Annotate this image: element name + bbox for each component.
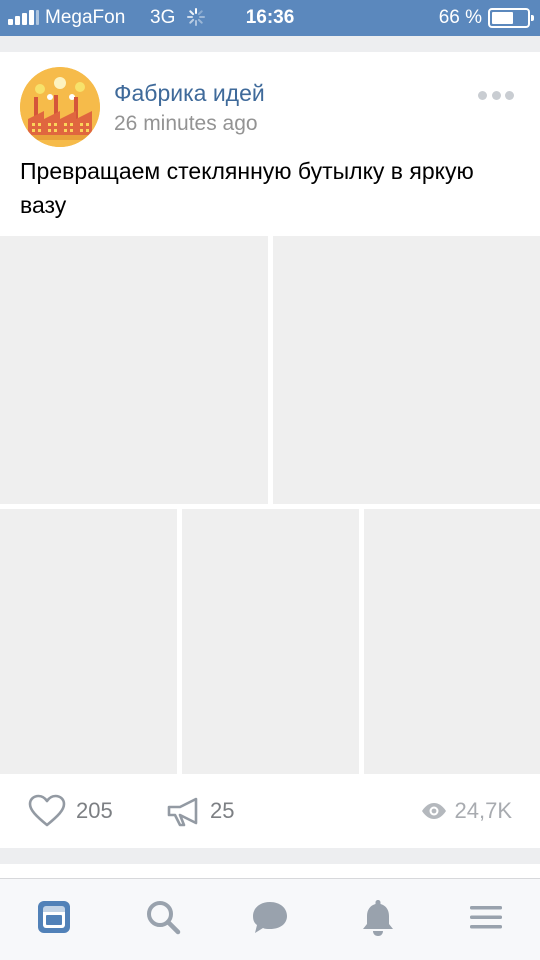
- tab-messages[interactable]: [250, 897, 290, 937]
- tab-news[interactable]: [34, 897, 74, 937]
- tab-search[interactable]: [143, 897, 183, 937]
- post-text: Превращаем стеклянную бутылку в яркую ва…: [20, 158, 474, 218]
- post-actions-bar: 205 25 24,7K: [0, 774, 540, 844]
- tab-notifications[interactable]: [358, 897, 398, 937]
- avatar[interactable]: [20, 67, 100, 147]
- post-author-link[interactable]: Фабрика идей: [114, 80, 265, 107]
- tab-bar: [0, 878, 540, 960]
- status-bar: MegaFon 3G 16:36 66 %: [0, 0, 540, 36]
- heart-icon: [28, 794, 66, 827]
- battery-icon: [488, 8, 534, 28]
- post-photo-4[interactable]: [182, 509, 359, 774]
- more-options-icon[interactable]: [478, 90, 514, 100]
- post-photo-3[interactable]: [0, 509, 177, 774]
- post-photo-5[interactable]: [364, 509, 540, 774]
- battery-percentage: 66 %: [438, 7, 482, 28]
- post-photo-1[interactable]: [0, 236, 268, 504]
- news-icon: [38, 901, 70, 933]
- post-timestamp: 26 minutes ago: [114, 112, 258, 135]
- like-button[interactable]: 205: [28, 794, 113, 828]
- likes-count: 205: [76, 798, 113, 823]
- tab-menu[interactable]: [466, 897, 506, 937]
- views-counter: 24,7K: [421, 794, 513, 828]
- search-icon: [147, 901, 181, 935]
- post-card: Фабрика идей 26 minutes ago Превращаем с…: [0, 52, 540, 848]
- factory-logo-icon: [20, 67, 100, 147]
- views-count: 24,7K: [454, 798, 513, 823]
- post-photo-2[interactable]: [273, 236, 540, 504]
- megaphone-icon: [167, 797, 198, 827]
- notifications-icon: [363, 900, 393, 936]
- reposts-count: 25: [210, 798, 235, 823]
- battery-fill: [492, 12, 514, 24]
- eye-icon: [421, 803, 446, 819]
- menu-icon: [470, 906, 502, 929]
- messages-icon: [253, 902, 287, 933]
- share-button[interactable]: 25: [166, 794, 234, 828]
